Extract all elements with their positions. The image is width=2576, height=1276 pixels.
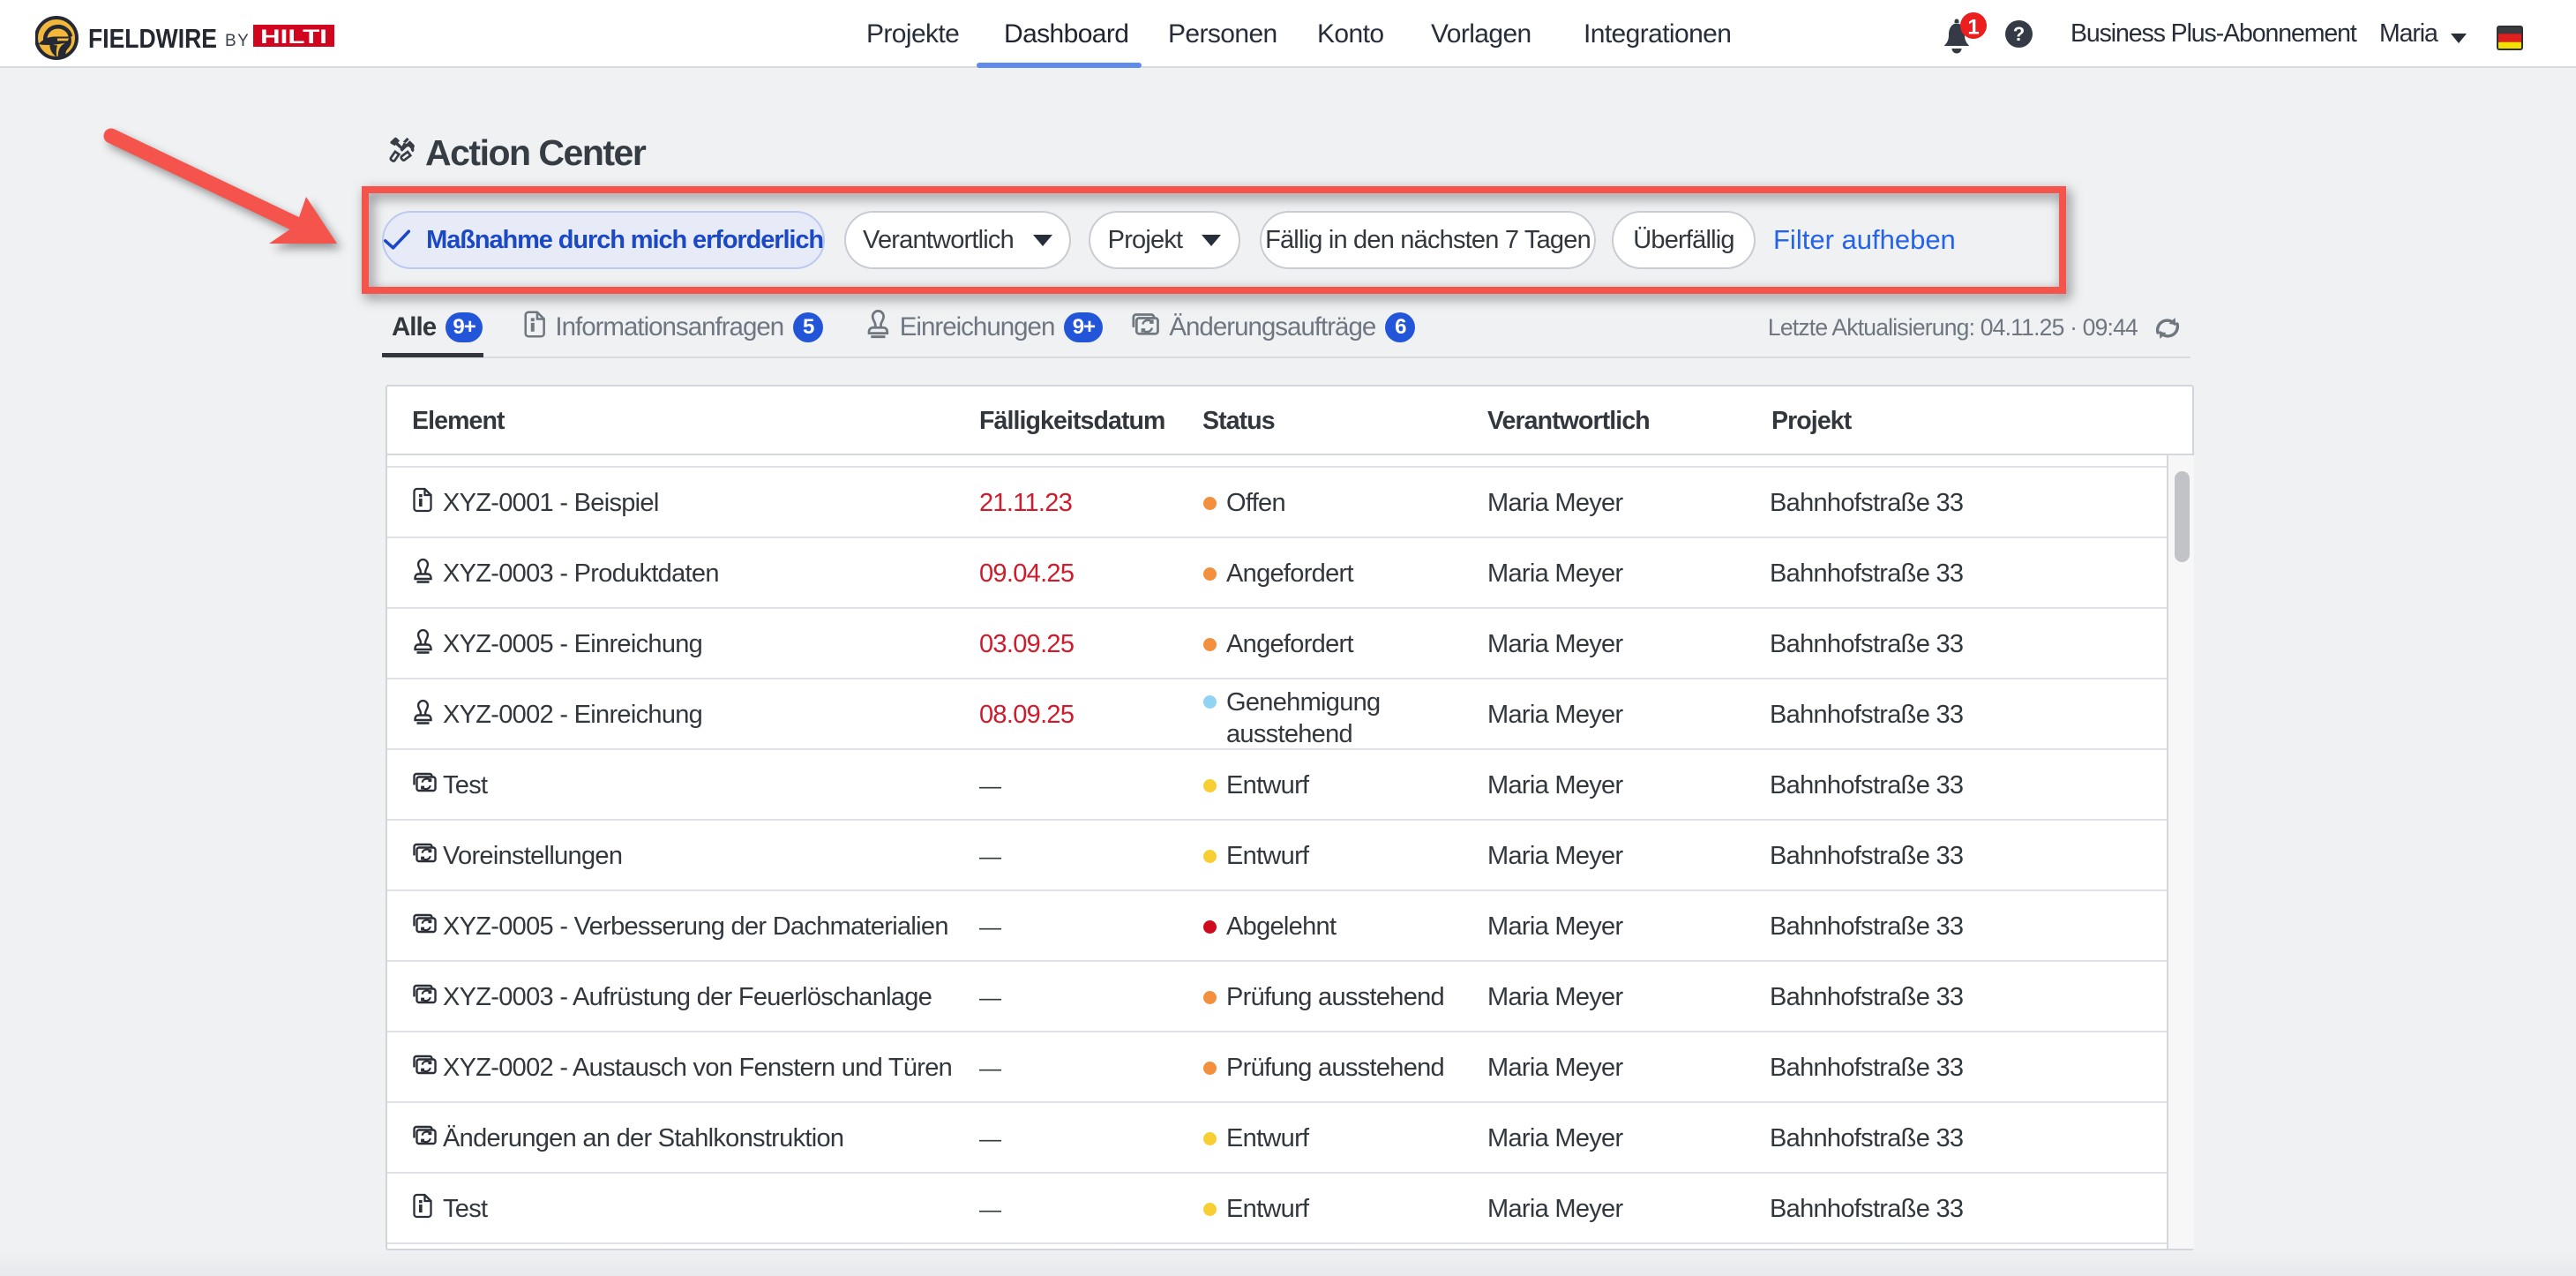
svg-text:1: 1: [1967, 16, 1979, 40]
svg-text:BY: BY: [225, 32, 250, 50]
svg-text:?: ?: [2013, 23, 2025, 45]
svg-text:HILTI: HILTI: [260, 26, 327, 47]
svg-text:FIELDWIRE: FIELDWIRE: [88, 23, 217, 54]
